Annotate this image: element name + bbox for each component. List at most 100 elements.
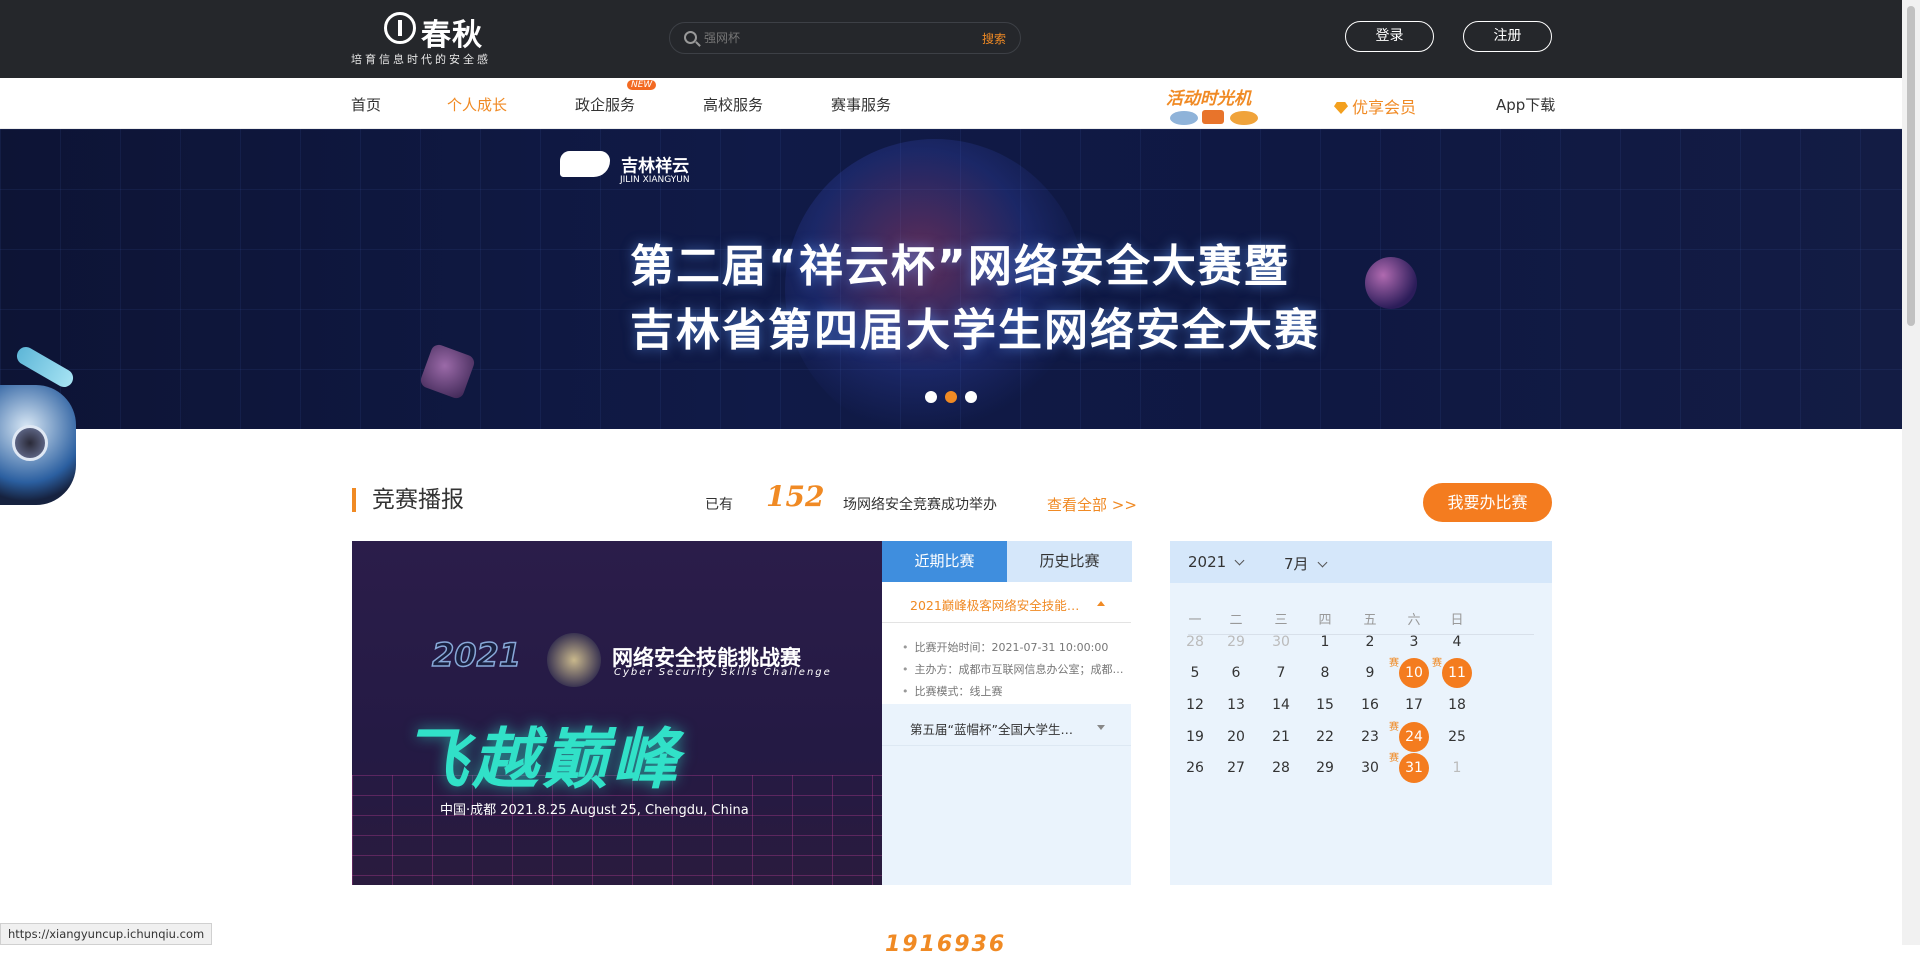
- register-button[interactable]: 注册: [1463, 21, 1552, 52]
- count-prefix: 已有: [705, 497, 733, 513]
- calendar-day-event[interactable]: 31: [1399, 753, 1429, 783]
- calendar-day[interactable]: 3: [1399, 627, 1429, 657]
- competition-count: 152: [766, 480, 825, 513]
- calendar-day[interactable]: 15: [1310, 690, 1340, 720]
- event-marker: 赛: [1389, 658, 1399, 669]
- event-details: 比赛开始时间：2021-07-31 10:00:00 主办方：成都市互联网信息办…: [882, 623, 1131, 704]
- search-box: 搜索: [669, 22, 1021, 54]
- calendar-day[interactable]: 1: [1442, 753, 1472, 783]
- top-header: 春秋 培育信息时代的安全感 搜索 登录 注册: [0, 0, 1902, 78]
- competition-poster[interactable]: 2021 网络安全技能挑战赛 Cyber Security Skills Cha…: [352, 541, 882, 885]
- calendar-day[interactable]: 22: [1310, 722, 1340, 752]
- calendar-day[interactable]: 20: [1221, 722, 1251, 752]
- month-select[interactable]: 7月: [1284, 553, 1327, 574]
- nav-enterprise-services[interactable]: 政企服务: [575, 94, 635, 115]
- calendar-header: 2021 7月: [1170, 541, 1552, 583]
- event-title: 第五届“蓝帽杯”全国大学生网络安全技能大赛: [910, 722, 1080, 737]
- scrollbar-thumb[interactable]: [1907, 6, 1915, 326]
- activity-time-machine[interactable]: 活动时光机: [1160, 80, 1270, 128]
- search-input[interactable]: [704, 28, 954, 48]
- event-list-panel: 近期比赛 历史比赛 2021巅峰极客网络安全技能挑战赛 比赛开始时间：2021-…: [882, 541, 1132, 885]
- nav-university-services[interactable]: 高校服务: [703, 94, 763, 115]
- calendar-day[interactable]: 5: [1180, 658, 1210, 688]
- calendar-day[interactable]: 12: [1180, 690, 1210, 720]
- weekday-label: 六: [1407, 613, 1421, 628]
- event-calendar: 2021 7月 一二三四五六日 28 29 30 1 2 3 4 5 6 7 8 9 10 赛 11 赛 12 13…: [1170, 541, 1552, 885]
- calendar-day[interactable]: 21: [1266, 722, 1296, 752]
- weekday-label: 五: [1363, 613, 1377, 628]
- calendar-day[interactable]: 26: [1180, 753, 1210, 783]
- calendar-day[interactable]: 7: [1266, 658, 1296, 688]
- caret-down-icon: [1097, 725, 1105, 730]
- host-competition-button[interactable]: 我要办比赛: [1423, 483, 1552, 522]
- count-suffix: 场网络安全竞赛成功举办: [843, 497, 997, 513]
- floating-robot-widget[interactable]: [0, 385, 76, 505]
- event-start-time: 比赛开始时间：2021-07-31 10:00:00: [902, 639, 1124, 655]
- weekday-label: 一: [1188, 613, 1202, 628]
- year-select[interactable]: 2021: [1188, 553, 1245, 571]
- banner-title-line2: 吉林省第四届大学生网络安全大赛: [630, 305, 1320, 356]
- calendar-day[interactable]: 8: [1310, 658, 1340, 688]
- app-download[interactable]: App下载: [1496, 94, 1555, 115]
- logo[interactable]: 春秋 培育信息时代的安全感: [351, 10, 521, 68]
- calendar-day[interactable]: 29: [1310, 753, 1340, 783]
- event-marker: 赛: [1389, 753, 1399, 764]
- carousel-dot-2[interactable]: [945, 391, 957, 403]
- calendar-day[interactable]: 19: [1180, 722, 1210, 752]
- calendar-day[interactable]: 23: [1355, 722, 1385, 752]
- login-button[interactable]: 登录: [1345, 21, 1434, 52]
- calendar-day[interactable]: 18: [1442, 690, 1472, 720]
- calendar-day[interactable]: 4: [1442, 627, 1472, 657]
- carousel-dot-1[interactable]: [925, 391, 937, 403]
- banner-title-line1: 第二届“祥云杯”网络安全大赛暨: [630, 241, 1290, 292]
- hero-banner[interactable]: 吉林祥云 JILIN XIANGYUN 第二届“祥云杯”网络安全大赛暨 吉林省第…: [0, 129, 1902, 429]
- weekday-label: 四: [1318, 613, 1332, 628]
- vip-membership[interactable]: 优享会员: [1334, 94, 1416, 118]
- poster-slogan: 飞越巅峰: [402, 721, 682, 798]
- calendar-day[interactable]: 13: [1221, 690, 1251, 720]
- event-item-collapsed[interactable]: 第五届“蓝帽杯”全国大学生网络安全技能大赛: [882, 706, 1131, 746]
- orb-graphic: [1365, 257, 1417, 309]
- diamond-icon: [1334, 102, 1348, 114]
- calendar-day[interactable]: 14: [1266, 690, 1296, 720]
- poster-brand-icon: [547, 633, 601, 687]
- year-value: 2021: [1188, 553, 1227, 571]
- calendar-day[interactable]: 1: [1310, 627, 1340, 657]
- nav-event-services[interactable]: 赛事服务: [831, 94, 891, 115]
- chevron-down-icon: [1317, 557, 1327, 568]
- event-marker: 赛: [1432, 658, 1442, 669]
- calendar-day[interactable]: 30: [1266, 627, 1296, 657]
- calendar-day[interactable]: 2: [1355, 627, 1385, 657]
- calendar-day[interactable]: 29: [1221, 627, 1251, 657]
- nav-personal-growth[interactable]: 个人成长: [447, 94, 507, 115]
- calendar-day[interactable]: 27: [1221, 753, 1251, 783]
- logo-slogan: 培育信息时代的安全感: [351, 53, 491, 66]
- calendar-day-event[interactable]: 24: [1399, 722, 1429, 752]
- page-scrollbar[interactable]: [1902, 0, 1920, 945]
- calendar-day[interactable]: 9: [1355, 658, 1385, 688]
- poster-info: 中国·成都 2021.8.25 August 25, Chengdu, Chin…: [440, 803, 749, 818]
- carousel-dot-3[interactable]: [965, 391, 977, 403]
- view-all-link[interactable]: 查看全部 >>: [1047, 494, 1137, 515]
- month-value: 7月: [1284, 555, 1309, 573]
- calendar-day[interactable]: 28: [1266, 753, 1296, 783]
- tab-recent[interactable]: 近期比赛: [882, 541, 1007, 582]
- carousel-dots: [925, 388, 985, 407]
- weekday-label: 二: [1229, 613, 1243, 628]
- calendar-day[interactable]: 28: [1180, 627, 1210, 657]
- new-badge: NEW: [627, 80, 657, 90]
- tab-history[interactable]: 历史比赛: [1007, 541, 1132, 582]
- calendar-day[interactable]: 17: [1399, 690, 1429, 720]
- calendar-day[interactable]: 16: [1355, 690, 1385, 720]
- calendar-day[interactable]: 6: [1221, 658, 1251, 688]
- calendar-day-event[interactable]: 11: [1442, 658, 1472, 688]
- logo-name: 春秋: [421, 18, 483, 53]
- nav-home[interactable]: 首页: [351, 94, 381, 115]
- calendar-day-event[interactable]: 10: [1399, 658, 1429, 688]
- event-item-expanded[interactable]: 2021巅峰极客网络安全技能挑战赛: [882, 582, 1131, 623]
- calendar-day[interactable]: 25: [1442, 722, 1472, 752]
- search-button[interactable]: 搜索: [982, 30, 1006, 47]
- calendar-day[interactable]: 30: [1355, 753, 1385, 783]
- caret-up-icon: [1097, 601, 1105, 606]
- weekday-label: 三: [1274, 613, 1288, 628]
